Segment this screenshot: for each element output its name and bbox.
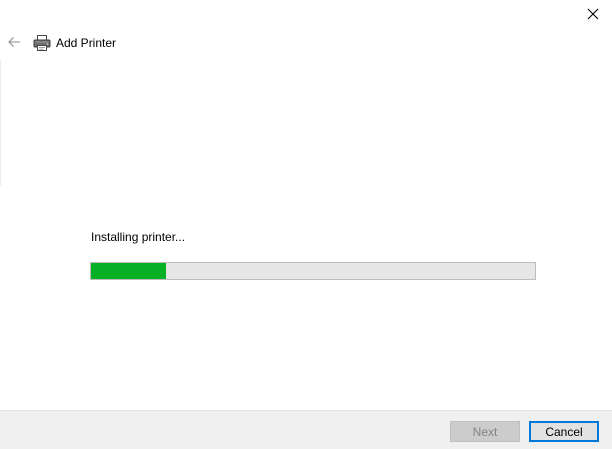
install-progress-bar: [90, 262, 536, 280]
close-button[interactable]: [574, 0, 612, 28]
close-icon: [587, 8, 599, 20]
back-arrow-icon: [7, 35, 21, 53]
cancel-button[interactable]: Cancel: [529, 421, 599, 442]
progress-bar-fill: [91, 263, 167, 279]
page-title: Add Printer: [56, 36, 117, 50]
left-edge-divider: [0, 60, 1, 186]
dialog-footer: Next Cancel: [0, 410, 612, 449]
installing-status-text: Installing printer...: [91, 230, 186, 244]
printer-icon: [33, 34, 51, 52]
next-button[interactable]: Next: [450, 421, 520, 442]
add-printer-window: Add Printer Installing printer... Next C…: [0, 0, 612, 449]
back-button[interactable]: [4, 34, 24, 54]
